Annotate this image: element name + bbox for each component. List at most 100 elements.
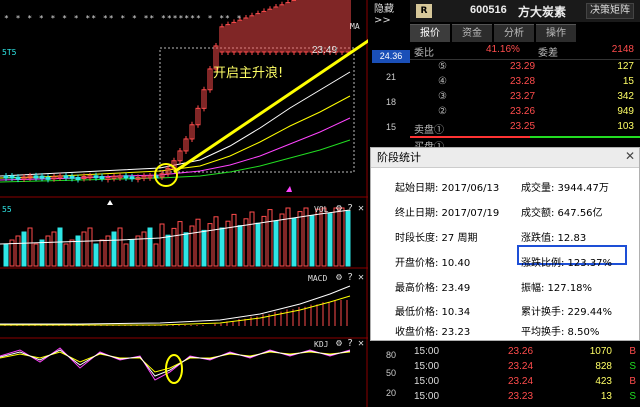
ask-row[interactable]: ③ 23.27 342 xyxy=(410,91,640,107)
weicha-label: 委差 xyxy=(538,48,558,59)
ask-volume: 15 xyxy=(622,76,634,87)
r-badge[interactable]: R xyxy=(416,4,432,18)
signal-stars: * * * * * * * ** ** * * ** ******* * ** … xyxy=(4,14,243,23)
ask-price: 23.28 xyxy=(510,76,536,87)
trend-arrow xyxy=(173,39,368,174)
volume-bar xyxy=(15,235,21,267)
tab-analysis[interactable]: 分析 xyxy=(494,24,534,42)
ma10-line xyxy=(0,95,351,179)
close-icon[interactable]: ✕ xyxy=(358,203,364,214)
tab-operation[interactable]: 操作 xyxy=(536,24,576,42)
ask-row[interactable]: ④ 23.28 15 xyxy=(410,76,640,92)
trade-row[interactable]: 15:00 23.23 13 S xyxy=(410,391,640,407)
hide-arrows-icon: >> xyxy=(374,15,391,26)
divider xyxy=(410,59,640,60)
volume-bar xyxy=(117,227,123,267)
weicha-value: 2148 xyxy=(611,44,634,55)
ask-row[interactable]: 卖盘① 23.25 103 xyxy=(410,121,640,137)
stage-stats-dialog[interactable]: 阶段统计 ✕ 起始日期: 2017/06/13 成交量: 3944.47万 终止… xyxy=(370,147,640,341)
decision-matrix-button[interactable]: 决策矩阵 xyxy=(586,3,634,19)
period-label: 5T5 xyxy=(2,48,17,57)
help-icon[interactable]: ? xyxy=(347,203,353,214)
close-icon[interactable]: ✕ xyxy=(358,272,364,283)
dialog-title[interactable]: 阶段统计 xyxy=(371,148,639,168)
volume-bar xyxy=(141,231,147,267)
volume-bar xyxy=(39,239,45,267)
stock-code: 600516 xyxy=(470,4,507,16)
volume-bar xyxy=(147,227,153,267)
volume-bar xyxy=(57,227,63,267)
volume-bar xyxy=(21,231,27,267)
trade-price: 23.23 xyxy=(508,391,534,402)
vol-ma-label: 55 xyxy=(2,205,12,214)
kline-chart-area[interactable]: * * * * * * * ** ** * * ** ******* * ** … xyxy=(0,0,368,407)
tab-quote[interactable]: 报价 xyxy=(410,24,450,42)
ask-level: ⑤ xyxy=(438,61,447,72)
ask-row[interactable]: ⑤ 23.29 127 xyxy=(410,61,640,77)
volume-bar xyxy=(165,234,171,267)
help-icon[interactable]: ? xyxy=(347,272,353,283)
ask-price: 23.29 xyxy=(510,61,536,72)
volume-bar xyxy=(27,227,33,267)
close-icon[interactable]: ✕ xyxy=(358,338,364,349)
help-icon[interactable]: ? xyxy=(347,338,353,349)
volume-bar xyxy=(123,243,129,267)
volume-bar xyxy=(195,218,201,267)
volume-bar xyxy=(249,211,255,267)
trade-price: 23.24 xyxy=(508,361,534,372)
candle-body xyxy=(3,175,9,179)
ask-price: 23.27 xyxy=(510,91,536,102)
volume-bar xyxy=(345,210,351,267)
candle-body xyxy=(39,175,45,179)
volume-bar xyxy=(81,231,87,267)
volume-bar xyxy=(231,213,237,267)
candle-body xyxy=(69,175,75,179)
gear-icon[interactable]: ⚙ xyxy=(336,272,342,283)
close-icon[interactable]: ✕ xyxy=(625,149,635,163)
candle-body xyxy=(9,175,15,179)
trade-time: 15:00 xyxy=(414,391,440,402)
volume-bar xyxy=(135,235,141,267)
trade-price: 23.24 xyxy=(508,376,534,387)
volume-bar xyxy=(309,215,315,267)
volume-bar xyxy=(261,215,267,267)
ask-volume: 949 xyxy=(617,106,634,117)
high-price: 最高价格: 23.49 xyxy=(395,283,471,294)
trade-time: 15:00 xyxy=(414,376,440,387)
volume-bar xyxy=(33,243,39,267)
hide-toggle-button[interactable]: 隐藏>> xyxy=(374,0,410,26)
ask-volume: 127 xyxy=(617,61,634,72)
volume-bar xyxy=(201,229,207,267)
gear-icon[interactable]: ⚙ xyxy=(336,338,342,349)
price-tick: 21 xyxy=(385,72,396,82)
ask-level: ③ xyxy=(438,91,447,102)
candle-body xyxy=(75,177,81,181)
candlesticks xyxy=(3,0,351,183)
ask-level: 卖盘① xyxy=(414,125,444,136)
kdj-tick: 50 xyxy=(385,368,396,378)
stock-name: 方大炭素 xyxy=(518,5,567,19)
volume-bar xyxy=(327,213,333,267)
ask-volume: 342 xyxy=(617,91,634,102)
volume-bar xyxy=(99,239,105,267)
trade-row[interactable]: 15:00 23.24 423 B xyxy=(410,376,640,392)
trade-row[interactable]: 15:00 23.24 828 S xyxy=(410,361,640,377)
price-tick: 18 xyxy=(385,97,396,107)
ask-row[interactable]: ② 23.26 949 xyxy=(410,106,640,122)
ask-volume: 103 xyxy=(617,121,634,132)
volume-bar xyxy=(3,243,9,267)
volume-bar xyxy=(321,207,327,267)
ask-level: ② xyxy=(438,106,447,117)
gear-icon[interactable]: ⚙ xyxy=(336,203,342,214)
change-value: 涨跌值: 12.83 xyxy=(521,233,587,244)
macd-dif-line xyxy=(0,285,351,325)
volume-bar xyxy=(153,243,159,267)
volume-bar xyxy=(87,227,93,267)
trade-row[interactable]: 15:00 23.26 1070 B xyxy=(410,346,640,362)
volume-bar xyxy=(219,227,225,267)
ask-price: 23.26 xyxy=(510,106,536,117)
kline-chart-svg[interactable] xyxy=(0,0,368,407)
ask-price: 23.25 xyxy=(510,121,536,132)
current-price-tag: 24.36 xyxy=(372,50,410,63)
tab-funds[interactable]: 资金 xyxy=(452,24,492,42)
